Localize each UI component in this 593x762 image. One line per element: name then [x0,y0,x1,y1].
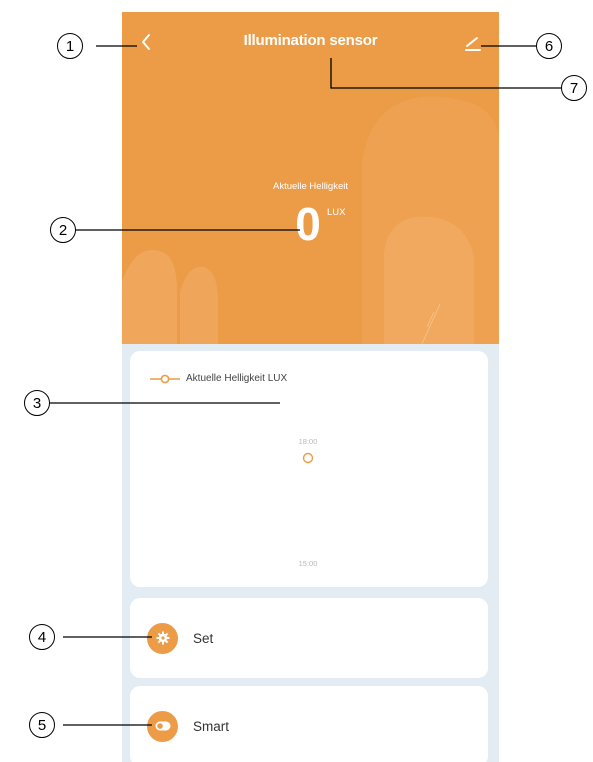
page-title: Illumination sensor [243,32,378,49]
phone-screen: Illumination sensor Aktuelle Helligkeit … [122,12,499,762]
legend-line-marker-icon [150,374,180,383]
callout-5: 5 [29,712,55,738]
brightness-chart-card[interactable]: Aktuelle Helligkeit LUX 18:00 15:00 [130,351,488,587]
reading-value: 0 [295,198,321,250]
sensor-header: Illumination sensor Aktuelle Helligkeit … [122,12,499,344]
set-icon-circle [147,622,178,654]
reading-unit: LUX [327,207,346,218]
reading-caption: Aktuelle Helligkeit [273,181,348,192]
gear-icon [156,631,169,645]
smart-label: Smart [193,718,230,734]
edit-button[interactable] [462,31,484,53]
legend-label: Aktuelle Helligkeit LUX [186,373,288,384]
callout-7: 7 [561,75,587,101]
smart-button[interactable]: Smart [130,686,488,762]
callout-6: 6 [536,33,562,59]
header-landscape-illustration [122,96,499,344]
callout-3: 3 [24,390,50,416]
callout-4: 4 [29,624,55,650]
toggle-icon [155,721,170,731]
smart-icon-circle [147,710,178,742]
time-tick-label: 18:00 [298,437,318,446]
set-button[interactable]: Set [130,598,488,678]
time-tick-label: 15:00 [298,559,318,568]
chart-legend: Aktuelle Helligkeit LUX [150,373,287,384]
callout-1: 1 [57,33,83,59]
set-label: Set [193,630,214,646]
callout-2: 2 [50,217,76,243]
pencil-icon [465,37,481,51]
chart-data-point[interactable] [300,450,316,466]
